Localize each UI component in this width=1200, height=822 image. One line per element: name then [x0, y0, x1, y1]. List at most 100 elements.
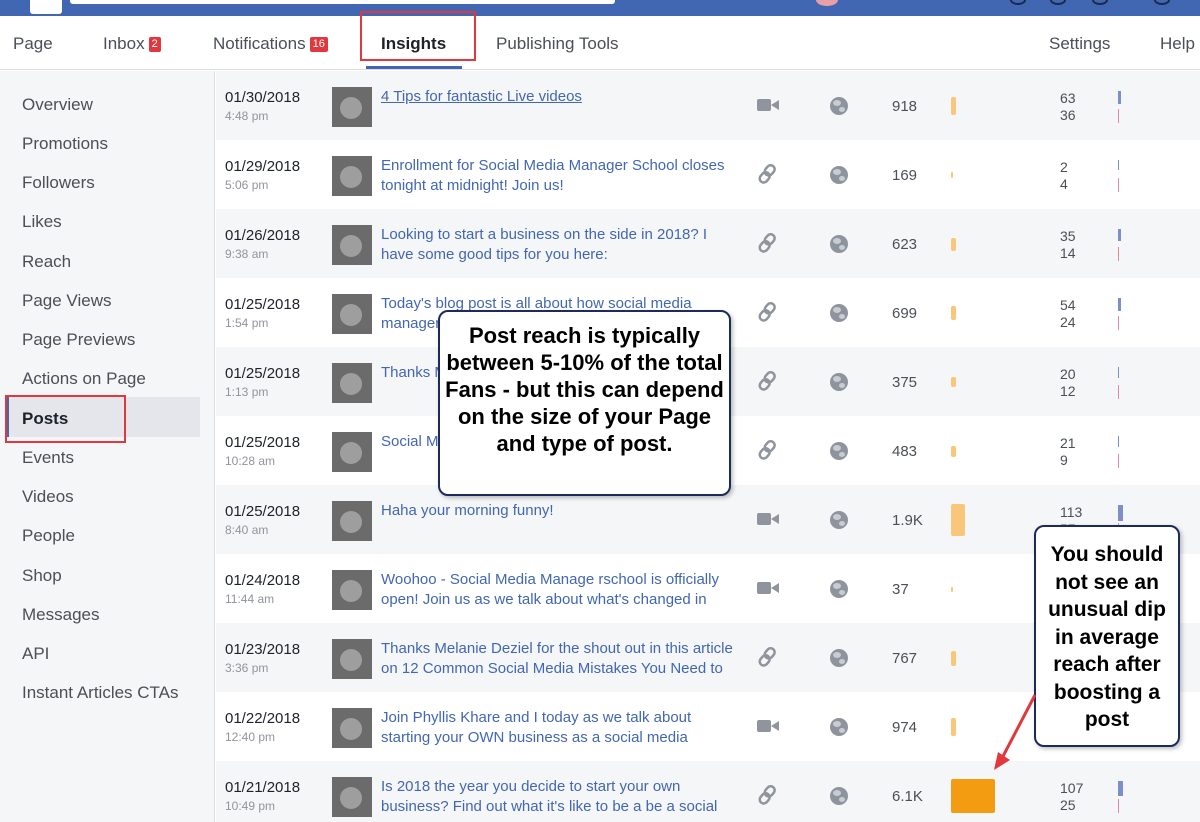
sidebar-item-people[interactable]: People — [22, 526, 75, 546]
friend-requests-icon[interactable] — [1010, 0, 1026, 5]
table-row[interactable]: 01/30/2018 4:48 pm 4 Tips for fantastic Li… — [216, 71, 1200, 140]
post-title-link[interactable]: Woohoo - Social Media Manage rschool is … — [381, 570, 736, 614]
post-title-link[interactable]: Haha your morning funny! — [381, 501, 736, 545]
post-title-link[interactable]: Thanks Melanie Deziel for the shout out … — [381, 639, 736, 683]
post-engagement-reactions: 14 — [1060, 245, 1076, 261]
sidebar-item-api[interactable]: API — [22, 644, 49, 664]
post-date: 01/25/2018 — [225, 296, 301, 313]
search-input[interactable] — [70, 0, 615, 4]
post-thumbnail[interactable] — [332, 432, 372, 472]
globe-icon — [830, 718, 848, 736]
post-time: 1:54 pm — [225, 316, 269, 330]
engagement-bar-clicks — [1118, 436, 1119, 447]
globe-icon — [830, 373, 848, 391]
video-icon — [757, 581, 779, 595]
engagement-bar-reactions — [1118, 385, 1119, 399]
boost-note-text: You should not see an unusual dip in ave… — [1048, 543, 1166, 731]
sidebar-item-page-previews[interactable]: Page Previews — [22, 330, 135, 350]
tab-settings[interactable]: Settings — [1049, 34, 1110, 54]
post-title-link[interactable]: Enrollment for Social Media Manager Scho… — [381, 156, 736, 200]
globe-icon — [830, 649, 848, 667]
globe-icon — [830, 580, 848, 598]
post-thumbnail[interactable] — [332, 87, 372, 127]
post-reach-value: 918 — [892, 98, 918, 115]
post-reach-value: 623 — [892, 236, 918, 253]
tab-notifications[interactable]: Notifications 16 — [213, 34, 328, 54]
tab-notifications-label: Notifications — [213, 34, 306, 53]
messages-icon[interactable] — [1050, 0, 1066, 5]
sidebar-item-messages[interactable]: Messages — [22, 605, 99, 625]
sidebar-item-likes[interactable]: Likes — [22, 212, 62, 232]
engagement-bar-reactions — [1118, 109, 1119, 123]
post-date: 01/29/2018 — [225, 158, 301, 175]
table-row[interactable]: 01/21/2018 10:49 pm Is 2018 the year you d… — [216, 761, 1200, 822]
sidebar-item-videos[interactable]: Videos — [22, 487, 74, 507]
post-title-link[interactable]: Looking to start a business on the side … — [381, 225, 736, 269]
post-reach-bar — [951, 586, 953, 592]
post-reach-bar — [951, 504, 965, 536]
video-icon — [757, 512, 779, 526]
post-date: 01/25/2018 — [225, 503, 301, 520]
post-reach-bar — [951, 377, 956, 387]
post-engagement-reactions: 24 — [1060, 314, 1076, 330]
facebook-logo-icon[interactable] — [30, 0, 62, 14]
post-thumbnail[interactable] — [332, 708, 372, 748]
sidebar-item-overview[interactable]: Overview — [22, 95, 93, 115]
post-date: 01/30/2018 — [225, 89, 301, 106]
table-row[interactable]: 01/29/2018 5:06 pm Enrollment for Social M… — [216, 140, 1200, 209]
tab-inbox[interactable]: Inbox 2 — [103, 34, 161, 54]
engagement-bar-reactions — [1118, 247, 1119, 261]
post-thumbnail[interactable] — [332, 363, 372, 403]
posts-highlight-box — [5, 395, 126, 443]
help-icon[interactable] — [1154, 0, 1170, 5]
engagement-bar-reactions — [1118, 178, 1119, 192]
link-icon — [757, 784, 779, 805]
sidebar-item-instant-articles-ctas[interactable]: Instant Articles CTAs — [22, 683, 179, 703]
post-engagement-reactions: 9 — [1060, 452, 1068, 468]
globe-icon — [830, 304, 848, 322]
post-reach-value: 1.9K — [892, 512, 923, 529]
post-title-link[interactable]: Join Phyllis Khare and I today as we tal… — [381, 708, 736, 752]
post-title-link[interactable]: 4 Tips for fantastic Live videos — [381, 87, 736, 131]
inbox-count-badge: 2 — [148, 37, 161, 52]
post-thumbnail[interactable] — [332, 501, 372, 541]
tab-page[interactable]: Page — [13, 34, 53, 54]
sidebar-item-actions-on-page[interactable]: Actions on Page — [22, 369, 146, 389]
post-date: 01/22/2018 — [225, 710, 301, 727]
post-thumbnail[interactable] — [332, 294, 372, 334]
post-thumbnail[interactable] — [332, 156, 372, 196]
reach-note-callout: Post reach is typically between 5-10% of… — [438, 310, 731, 496]
sidebar-item-page-views[interactable]: Page Views — [22, 291, 111, 311]
post-time: 11:44 am — [225, 592, 275, 606]
engagement-bar-reactions — [1118, 799, 1119, 813]
engagement-bar-clicks — [1118, 91, 1121, 104]
sidebar-item-reach[interactable]: Reach — [22, 252, 71, 272]
post-date: 01/24/2018 — [225, 572, 301, 589]
tab-help[interactable]: Help — [1160, 34, 1195, 54]
post-reach-value: 375 — [892, 374, 918, 391]
post-thumbnail[interactable] — [332, 570, 372, 610]
post-engagement-clicks: 21 — [1060, 435, 1076, 451]
post-title-link[interactable]: Is 2018 the year you decide to start you… — [381, 777, 736, 821]
tab-settings-label: Settings — [1049, 34, 1111, 53]
post-reach-value: 483 — [892, 443, 918, 460]
post-date: 01/23/2018 — [225, 641, 301, 658]
avatar[interactable] — [816, 0, 838, 6]
post-reach-value: 6.1K — [892, 788, 923, 805]
post-time: 3:36 pm — [225, 661, 269, 675]
post-thumbnail[interactable] — [332, 777, 372, 817]
reach-note-text: Post reach is typically between 5-10% of… — [445, 323, 724, 456]
sidebar-item-events[interactable]: Events — [22, 448, 74, 468]
post-date: 01/21/2018 — [225, 779, 301, 796]
post-date: 01/25/2018 — [225, 365, 301, 382]
post-thumbnail[interactable] — [332, 225, 372, 265]
sidebar-item-followers[interactable]: Followers — [22, 173, 95, 193]
post-thumbnail[interactable] — [332, 639, 372, 679]
post-time: 10:49 pm — [225, 799, 276, 813]
sidebar-item-shop[interactable]: Shop — [22, 566, 62, 586]
sidebar-item-promotions[interactable]: Promotions — [22, 134, 108, 154]
table-row[interactable]: 01/26/2018 9:38 am Looking to start a busi… — [216, 209, 1200, 278]
notifications-icon[interactable] — [1092, 0, 1108, 5]
post-engagement-clicks: 20 — [1060, 366, 1076, 382]
tab-publishing-tools[interactable]: Publishing Tools — [496, 34, 619, 54]
